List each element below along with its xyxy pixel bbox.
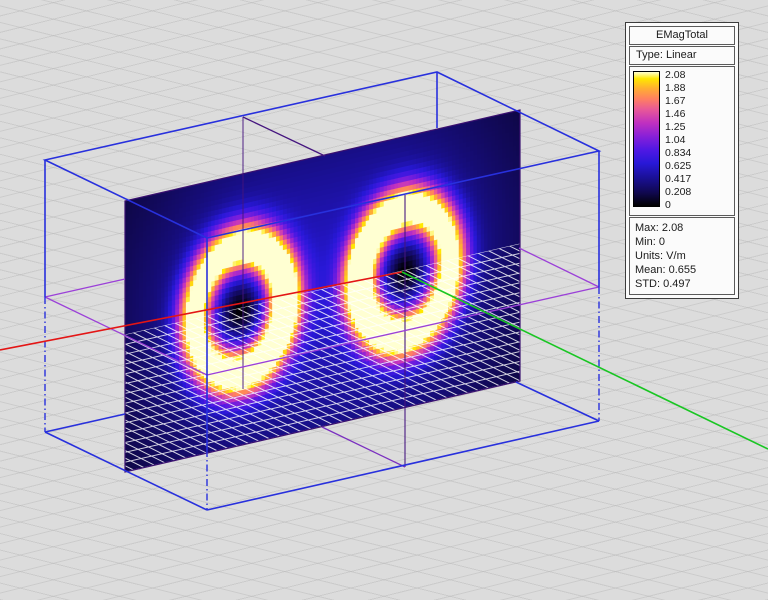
3d-viewport[interactable]: EMagTotal Type: Linear 2.081.881.671.461… [0, 0, 768, 600]
scale-label: 0.834 [665, 147, 691, 159]
symmetry-sheet-outline [243, 117, 405, 467]
scale-label: 0.417 [665, 173, 691, 185]
air-box-hidden-edges [45, 287, 599, 510]
scale-label: 0 [665, 199, 691, 211]
scale-label: 1.46 [665, 108, 691, 120]
legend-stat: Units: V/m [635, 249, 734, 263]
slab-outline [45, 248, 599, 375]
legend-stat: Max: 2.08 [635, 221, 734, 235]
scale-label: 1.25 [665, 121, 691, 133]
legend-scale-type: Type: Linear [629, 46, 735, 65]
colorbar-gradient [633, 71, 660, 207]
scale-label: 1.04 [665, 134, 691, 146]
scale-label: 1.67 [665, 95, 691, 107]
scale-label: 1.88 [665, 82, 691, 94]
scale-label: 0.625 [665, 160, 691, 172]
legend-stats: Max: 2.08Min: 0Units: V/mMean: 0.655STD:… [629, 217, 735, 295]
legend-stat: Mean: 0.655 [635, 263, 734, 277]
x-axis [0, 272, 402, 350]
plane-outline [125, 110, 520, 472]
scale-label: 0.208 [665, 186, 691, 198]
legend-color-scale: 2.081.881.671.461.251.040.8340.6250.4170… [629, 66, 735, 216]
legend-stat: Min: 0 [635, 235, 734, 249]
legend-stat: STD: 0.497 [635, 277, 734, 291]
colorbar-labels: 2.081.881.671.461.251.040.8340.6250.4170… [665, 69, 691, 211]
legend-panel[interactable]: EMagTotal Type: Linear 2.081.881.671.461… [625, 22, 739, 299]
legend-title: EMagTotal [629, 26, 735, 45]
air-box-wireframe [45, 72, 599, 510]
scale-label: 2.08 [665, 69, 691, 81]
